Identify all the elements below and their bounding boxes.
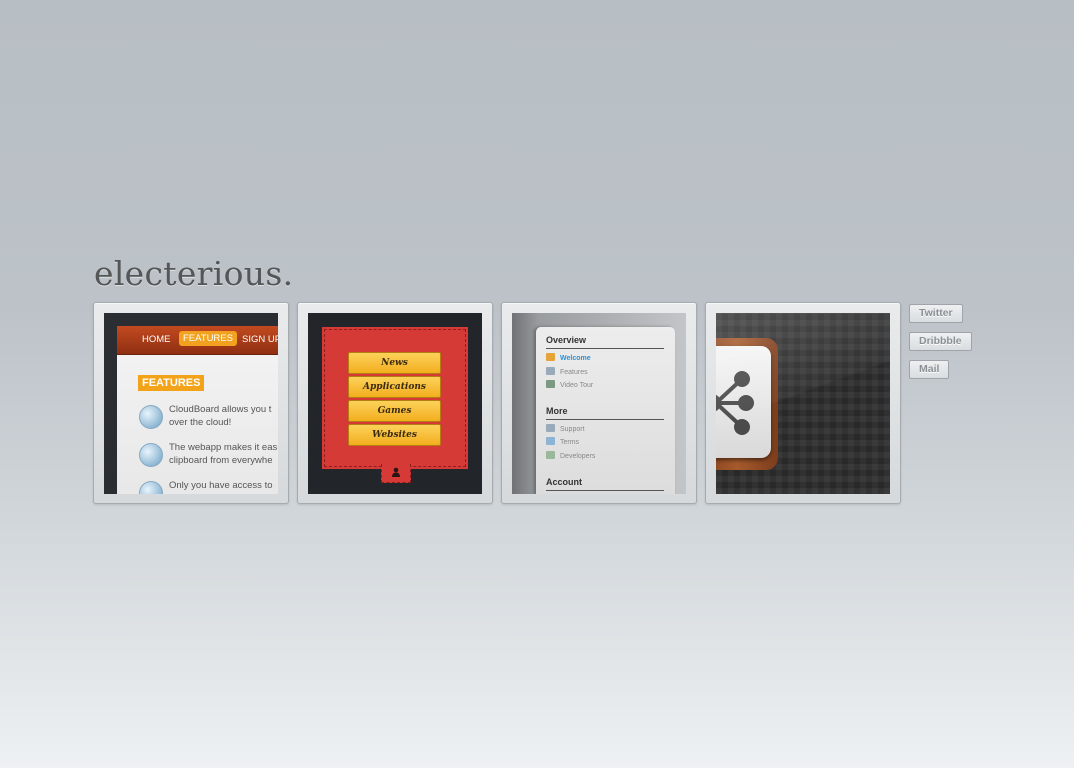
thumb-screen: News Applications Games Websites <box>308 313 482 494</box>
document-icon <box>546 367 555 375</box>
cloud-icon <box>139 405 163 429</box>
glare <box>716 313 890 494</box>
globe-icon <box>139 443 163 467</box>
sidebar-item: Welcome <box>546 353 591 362</box>
sidebar-section-title: More <box>546 406 568 416</box>
website-preview: HOME FEATURES SIGN UP FEATURES CloudBoar… <box>117 326 278 494</box>
preview-item-text: CloudBoard allows you t over the cloud! <box>169 404 272 428</box>
sidebar-item: Features <box>546 367 588 376</box>
divider <box>546 348 664 349</box>
terms-icon <box>546 437 555 445</box>
preview-item-text: Only you have access to <box>169 480 273 491</box>
sidebar-item: Video Tour <box>546 380 593 389</box>
portfolio-thumb-menu[interactable]: News Applications Games Websites <box>297 302 493 504</box>
home-icon <box>546 353 555 361</box>
menu-item-websites: Websites <box>348 424 441 446</box>
film-icon <box>546 380 555 388</box>
dribbble-link[interactable]: Dribbble <box>909 332 972 351</box>
sidebar-preview: Overview Welcome Features Video Tour Mor… <box>536 327 675 494</box>
lock-icon <box>139 481 163 494</box>
portfolio-thumb-app-icon[interactable] <box>705 302 901 504</box>
sidebar-item: Developers <box>546 451 595 460</box>
preview-item-text: The webapp makes it eas clipboard from ev… <box>169 442 278 466</box>
support-icon <box>546 424 555 432</box>
sidebar-item: Support <box>546 424 585 433</box>
person-icon <box>391 467 401 477</box>
divider <box>546 419 664 420</box>
menu-item-games: Games <box>348 400 441 422</box>
menu-card-tab <box>381 464 411 483</box>
menu-item-news: News <box>348 352 441 374</box>
developers-icon <box>546 451 555 459</box>
sidebar-section-title: Account <box>546 477 582 487</box>
mail-link[interactable]: Mail <box>909 360 950 379</box>
preview-heading: FEATURES <box>138 375 205 391</box>
preview-nav-home: HOME <box>142 334 171 345</box>
sidebar-item: Terms <box>546 437 579 446</box>
preview-nav-signup: SIGN UP <box>242 334 278 345</box>
twitter-link[interactable]: Twitter <box>909 304 963 323</box>
thumb-screen <box>716 313 890 494</box>
menu-card <box>324 329 466 467</box>
sidebar-section-title: Overview <box>546 335 587 345</box>
preview-nav-features: FEATURES <box>179 331 237 346</box>
thumb-screen: Overview Welcome Features Video Tour Mor… <box>512 313 686 494</box>
site-title: electerious. <box>94 254 294 293</box>
preview-nav: HOME FEATURES SIGN UP <box>117 326 278 355</box>
thumb-screen: HOME FEATURES SIGN UP FEATURES CloudBoar… <box>104 313 278 494</box>
divider <box>546 490 664 491</box>
portfolio-thumb-sidebar[interactable]: Overview Welcome Features Video Tour Mor… <box>501 302 697 504</box>
menu-item-applications: Applications <box>348 376 441 398</box>
portfolio-thumb-cloudboard[interactable]: HOME FEATURES SIGN UP FEATURES CloudBoar… <box>93 302 289 504</box>
